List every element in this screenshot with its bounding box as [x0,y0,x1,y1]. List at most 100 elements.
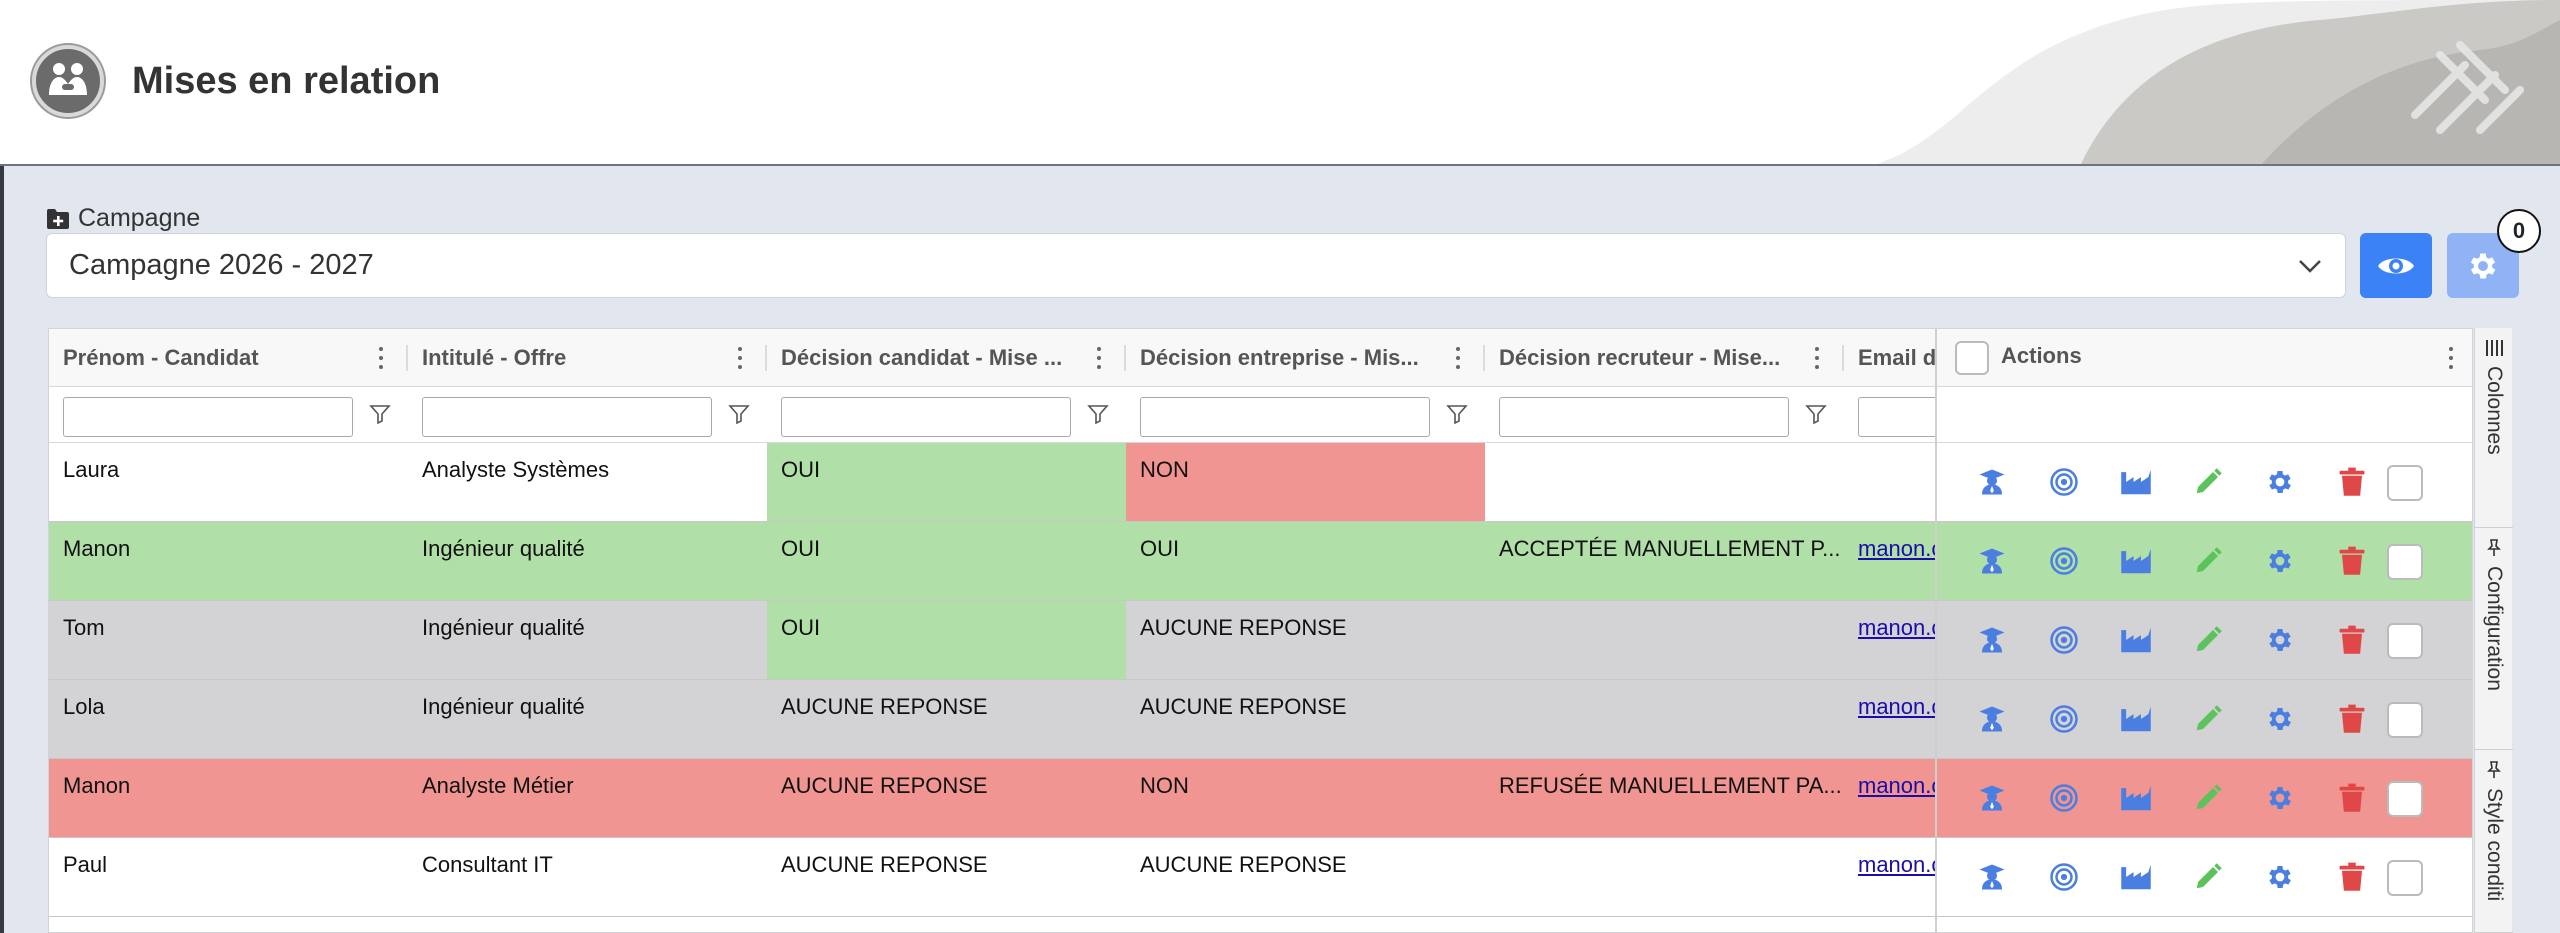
gear-icon[interactable] [2263,781,2297,815]
row-select-checkbox[interactable] [2387,465,2423,501]
target-icon[interactable] [2047,860,2081,894]
tab-configuration[interactable]: Configuration [2475,528,2513,750]
col-decision-recruteur-header[interactable]: Décision recruteur - Mise... [1485,329,1820,387]
col-decision-entreprise-header[interactable]: Décision entreprise - Mis... [1126,329,1461,387]
table-row[interactable]: Manon Analyste Métier AUCUNE REPONSE NON REF… [49,759,1984,838]
email-link[interactable]: manon.c [1858,694,1942,719]
factory-icon[interactable] [2119,702,2153,736]
target-icon[interactable] [2047,623,2081,657]
col-intitule-offre-header[interactable]: Intitulé - Offre [408,329,743,387]
target-icon[interactable] [2047,465,2081,499]
col-decision-candidat-cell: OUI [767,601,1126,679]
column-menu-icon[interactable] [1813,347,1821,369]
col-decision-recruteur-cell [1485,838,1844,916]
trash-icon[interactable] [2335,781,2369,815]
col-intitule-offre-filter-input[interactable] [422,397,712,437]
email-link[interactable]: manon.c [1858,536,1942,561]
col-decision-candidat-filter-input[interactable] [781,397,1071,437]
actions-pinned-panel: Actions [1935,329,2472,932]
factory-icon[interactable] [2119,544,2153,578]
columns-icon [2486,340,2503,356]
table-row[interactable]: Laura Analyste Systèmes OUI NON [49,443,1984,522]
pencil-icon[interactable] [2191,860,2225,894]
col-decision-recruteur-cell [1485,601,1844,679]
gear-icon[interactable] [2263,544,2297,578]
student-icon[interactable] [1975,781,2009,815]
row-select-checkbox[interactable] [2387,623,2423,659]
tab-style-conditionnel[interactable]: Style conditi [2475,750,2513,933]
pencil-icon[interactable] [2191,544,2225,578]
row-select-checkbox[interactable] [2387,702,2423,738]
target-icon[interactable] [2047,544,2081,578]
column-menu-icon[interactable] [2447,347,2455,369]
column-menu-icon[interactable] [1454,347,1462,369]
col-prenom-candidat-cell: Lola [63,694,105,719]
col-prenom-candidat-cell: Paul [63,852,108,877]
column-menu-icon[interactable] [1095,347,1103,369]
campaign-label-text: Campagne [78,204,201,232]
trash-icon[interactable] [2335,465,2369,499]
tab-colonnes[interactable]: Colonnes [2475,328,2513,528]
col-prenom-candidat-filter-input[interactable] [63,397,353,437]
student-icon[interactable] [1975,860,2009,894]
row-select-checkbox[interactable] [2387,781,2423,817]
filter-icon[interactable] [1087,403,1109,425]
view-button[interactable] [2360,233,2432,298]
filter-icon[interactable] [1805,403,1827,425]
email-link[interactable]: manon.c [1858,773,1942,798]
side-tool-panel: Colonnes Configuration Style conditi [2474,328,2513,933]
target-icon[interactable] [2047,702,2081,736]
gear-icon[interactable] [2263,623,2297,657]
factory-icon[interactable] [2119,781,2153,815]
pencil-icon[interactable] [2191,702,2225,736]
tab-style-label: Style conditi [2483,788,2506,902]
trash-icon[interactable] [2335,544,2369,578]
col-decision-candidat-cell: AUCUNE REPONSE [781,852,988,877]
col-decision-candidat-header[interactable]: Décision candidat - Mise ... [767,329,1102,387]
select-all-checkbox[interactable] [1955,341,1989,375]
pencil-icon[interactable] [2191,465,2225,499]
pencil-icon[interactable] [2191,781,2225,815]
column-menu-icon[interactable] [377,347,385,369]
student-icon[interactable] [1975,465,2009,499]
col-intitule-offre-cell: Analyste Métier [422,773,574,798]
gear-icon[interactable] [2263,465,2297,499]
col-decision-entreprise-cell: NON [1140,773,1189,798]
email-link[interactable]: manon.c [1858,615,1942,640]
filter-icon[interactable] [728,403,750,425]
filter-icon[interactable] [1446,403,1468,425]
factory-icon[interactable] [2119,465,2153,499]
student-icon[interactable] [1975,702,2009,736]
target-icon[interactable] [2047,781,2081,815]
table-row[interactable]: Lola Ingénieur qualité AUCUNE REPONSE AUCUN… [49,680,1984,759]
trash-icon[interactable] [2335,623,2369,657]
table-row[interactable]: Tom Ingénieur qualité OUI AUCUNE REPONSE man… [49,601,1984,680]
email-link[interactable]: manon.c [1858,852,1942,877]
pin-icon [2487,539,2501,556]
gear-icon[interactable] [2263,860,2297,894]
actions-filter-cell [1937,387,2472,443]
table-row[interactable]: Manon Ingénieur qualité OUI OUI ACCEPTÉE MAN… [49,522,1984,601]
factory-icon[interactable] [2119,860,2153,894]
row-select-checkbox[interactable] [2387,860,2423,896]
col-decision-recruteur-filter-input[interactable] [1499,397,1789,437]
filter-icon[interactable] [369,403,391,425]
table-row[interactable]: Paul Consultant IT AUCUNE REPONSE AUCUNE RE… [49,838,1984,917]
trash-icon[interactable] [2335,702,2369,736]
column-menu-icon[interactable] [736,347,744,369]
col-decision-entreprise-filter-input[interactable] [1140,397,1430,437]
col-intitule-offre-cell: Consultant IT [422,852,553,877]
row-select-checkbox[interactable] [2387,544,2423,580]
campaign-select[interactable]: Campagne 2026 - 2027 [46,233,2346,298]
col-decision-entreprise-cell: AUCUNE REPONSE [1140,694,1347,719]
page-header: Mises en relation [0,0,2560,166]
gear-icon[interactable] [2263,702,2297,736]
col-prenom-candidat-cell: Laura [63,457,120,482]
factory-icon[interactable] [2119,623,2153,657]
trash-icon[interactable] [2335,860,2369,894]
student-icon[interactable] [1975,623,2009,657]
actions-row [1937,522,2472,601]
pencil-icon[interactable] [2191,623,2225,657]
student-icon[interactable] [1975,544,2009,578]
col-prenom-candidat-header[interactable]: Prénom - Candidat [49,329,384,387]
